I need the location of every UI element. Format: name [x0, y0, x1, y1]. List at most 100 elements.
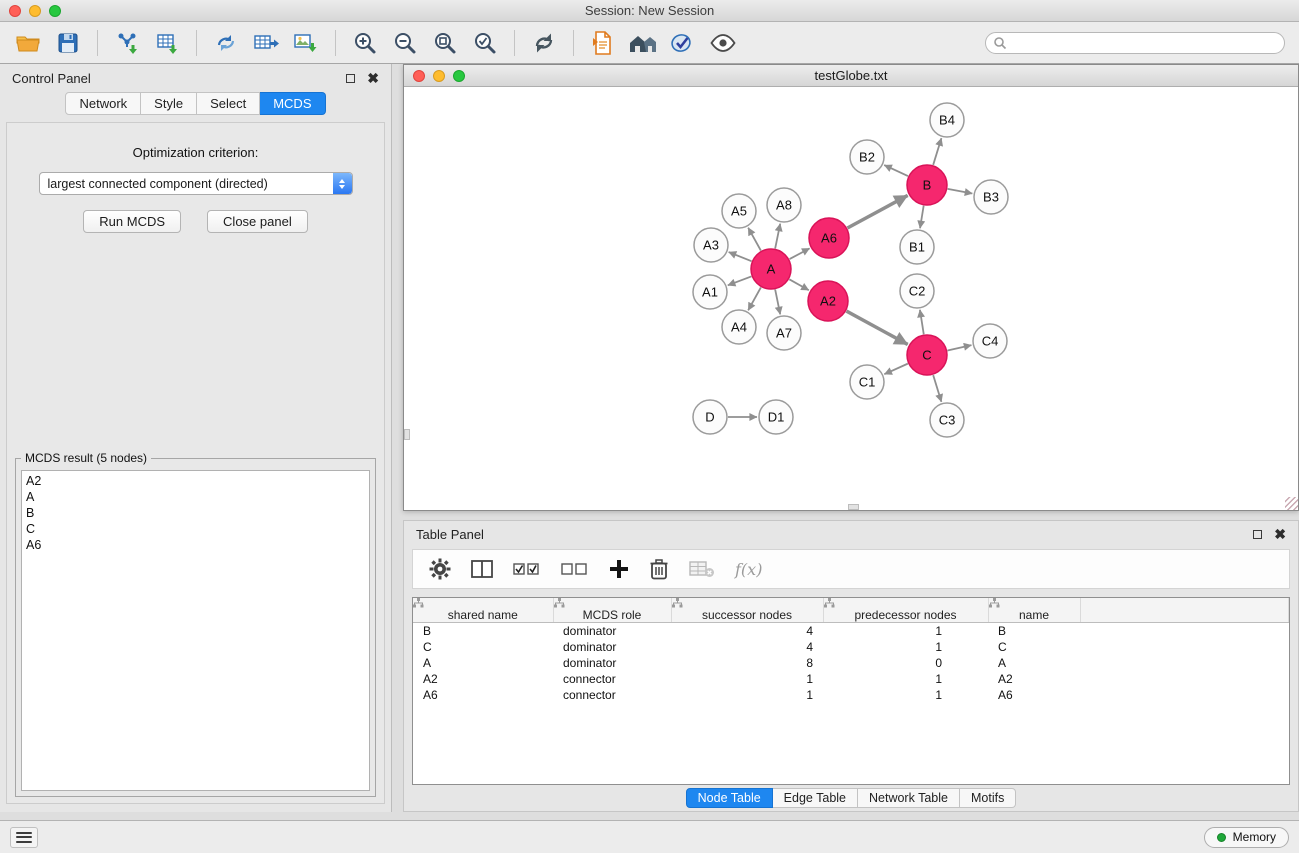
- table-settings-gear-icon[interactable]: [429, 558, 451, 580]
- column-header[interactable]: successor nodes: [671, 598, 823, 623]
- close-panel-button[interactable]: Close panel: [207, 210, 308, 233]
- column-header[interactable]: predecessor nodes: [823, 598, 988, 623]
- graph-node-A5[interactable]: A5: [722, 194, 756, 228]
- graph-node-A2[interactable]: A2: [808, 281, 848, 321]
- graph-node-C4[interactable]: C4: [973, 324, 1007, 358]
- control-tab-select[interactable]: Select: [197, 92, 260, 115]
- graph-edge-C-C3[interactable]: [933, 375, 941, 402]
- run-mcds-button[interactable]: Run MCDS: [83, 210, 181, 233]
- close-table-panel-icon[interactable]: ✖: [1274, 529, 1286, 539]
- import-table-icon[interactable]: [149, 27, 185, 59]
- table-tab-edge-table[interactable]: Edge Table: [773, 788, 858, 808]
- table-cell[interactable]: dominator: [553, 655, 671, 671]
- graph-node-C[interactable]: C: [907, 335, 947, 375]
- graph-node-B4[interactable]: B4: [930, 103, 964, 137]
- table-cell[interactable]: 0: [823, 655, 988, 671]
- table-cell[interactable]: C: [413, 639, 553, 655]
- graph-node-B1[interactable]: B1: [900, 230, 934, 264]
- zoom-fit-content-icon[interactable]: [427, 27, 463, 59]
- open-document-icon[interactable]: [585, 27, 621, 59]
- save-session-icon[interactable]: [50, 27, 86, 59]
- delete-column-trash-icon[interactable]: [649, 558, 669, 580]
- table-cell[interactable]: A: [413, 655, 553, 671]
- float-table-panel-icon[interactable]: [1253, 530, 1262, 539]
- column-header[interactable]: shared name: [413, 598, 553, 623]
- table-cell[interactable]: 4: [671, 639, 823, 655]
- column-header[interactable]: name: [988, 598, 1080, 623]
- graph-node-C3[interactable]: C3: [930, 403, 964, 437]
- memory-button[interactable]: Memory: [1204, 827, 1289, 848]
- zoom-selected-icon[interactable]: [467, 27, 503, 59]
- optimization-criterion-select[interactable]: largest connected component (directed): [39, 172, 353, 195]
- graph-edge-A-A5[interactable]: [748, 228, 761, 251]
- zoom-in-icon[interactable]: [347, 27, 383, 59]
- table-cell[interactable]: dominator: [553, 623, 671, 639]
- table-cell[interactable]: A2: [988, 671, 1080, 687]
- graph-node-B3[interactable]: B3: [974, 180, 1008, 214]
- mcds-result-item[interactable]: A: [22, 489, 369, 505]
- create-column-plus-icon[interactable]: [609, 559, 629, 579]
- graph-node-A8[interactable]: A8: [767, 188, 801, 222]
- table-cell[interactable]: A: [988, 655, 1080, 671]
- show-columns-icon[interactable]: [471, 559, 493, 579]
- graph-edge-A-A1[interactable]: [728, 276, 752, 285]
- graph-edge-A6-B[interactable]: [847, 195, 907, 228]
- graph-edge-A-A4[interactable]: [748, 287, 761, 310]
- close-window-button[interactable]: [9, 5, 21, 17]
- graph-edge-C-C1[interactable]: [884, 364, 908, 375]
- network-arrows-icon[interactable]: [208, 27, 244, 59]
- table-cell[interactable]: B: [988, 623, 1080, 639]
- open-session-icon[interactable]: [10, 27, 46, 59]
- zoom-window-button[interactable]: [49, 5, 61, 17]
- table-row[interactable]: Cdominator41C: [413, 639, 1289, 655]
- graph-node-A7[interactable]: A7: [767, 316, 801, 350]
- control-tab-style[interactable]: Style: [141, 92, 197, 115]
- table-cell[interactable]: 1: [671, 687, 823, 703]
- table-cell[interactable]: connector: [553, 687, 671, 703]
- graph-edge-A-A8[interactable]: [775, 224, 780, 249]
- table-row[interactable]: Adominator80A: [413, 655, 1289, 671]
- table-cell[interactable]: 1: [823, 671, 988, 687]
- table-tab-motifs[interactable]: Motifs: [960, 788, 1016, 808]
- eye-icon[interactable]: [705, 27, 741, 59]
- graph-edge-C-C4[interactable]: [947, 345, 971, 350]
- table-cell[interactable]: connector: [553, 671, 671, 687]
- network-zoom-button[interactable]: [453, 70, 465, 82]
- new-network-from-table-icon[interactable]: [248, 27, 284, 59]
- mcds-result-item[interactable]: C: [22, 521, 369, 537]
- table-cell[interactable]: dominator: [553, 639, 671, 655]
- control-tab-mcds[interactable]: MCDS: [260, 92, 325, 115]
- graph-node-B2[interactable]: B2: [850, 140, 884, 174]
- splitter-handle-bottom[interactable]: [848, 504, 859, 510]
- table-cell[interactable]: 8: [671, 655, 823, 671]
- column-header[interactable]: MCDS role: [553, 598, 671, 623]
- node-table[interactable]: shared name MCDS role successor nodes pr…: [412, 597, 1290, 785]
- minimize-window-button[interactable]: [29, 5, 41, 17]
- network-canvas[interactable]: AA6A2BCA5A8A3A1A4A7B2B4B3B1C2C4C1C3DD1: [404, 87, 1298, 510]
- mcds-result-item[interactable]: A6: [22, 537, 369, 553]
- search-input[interactable]: [985, 32, 1285, 54]
- graph-edge-B-B4[interactable]: [933, 138, 941, 165]
- close-panel-icon[interactable]: ✖: [367, 73, 379, 83]
- graph-node-D1[interactable]: D1: [759, 400, 793, 434]
- table-row[interactable]: A6connector11A6: [413, 687, 1289, 703]
- graph-node-C2[interactable]: C2: [900, 274, 934, 308]
- table-row[interactable]: A2connector11A2: [413, 671, 1289, 687]
- select-all-columns-icon[interactable]: [513, 561, 541, 577]
- table-cell[interactable]: A2: [413, 671, 553, 687]
- graph-node-A1[interactable]: A1: [693, 275, 727, 309]
- graph-node-C1[interactable]: C1: [850, 365, 884, 399]
- table-cell[interactable]: 1: [823, 639, 988, 655]
- network-minimize-button[interactable]: [433, 70, 445, 82]
- table-tab-node-table[interactable]: Node Table: [686, 788, 773, 808]
- table-row[interactable]: Bdominator41B: [413, 623, 1289, 639]
- mcds-result-list[interactable]: A2ABCA6: [21, 470, 370, 791]
- table-cell[interactable]: A6: [413, 687, 553, 703]
- apply-style-check-icon[interactable]: [665, 27, 701, 59]
- graph-node-D[interactable]: D: [693, 400, 727, 434]
- network-close-button[interactable]: [413, 70, 425, 82]
- table-cell[interactable]: 1: [823, 687, 988, 703]
- graph-node-A6[interactable]: A6: [809, 218, 849, 258]
- graph-edge-C-C2[interactable]: [920, 310, 924, 334]
- refresh-view-icon[interactable]: [526, 27, 562, 59]
